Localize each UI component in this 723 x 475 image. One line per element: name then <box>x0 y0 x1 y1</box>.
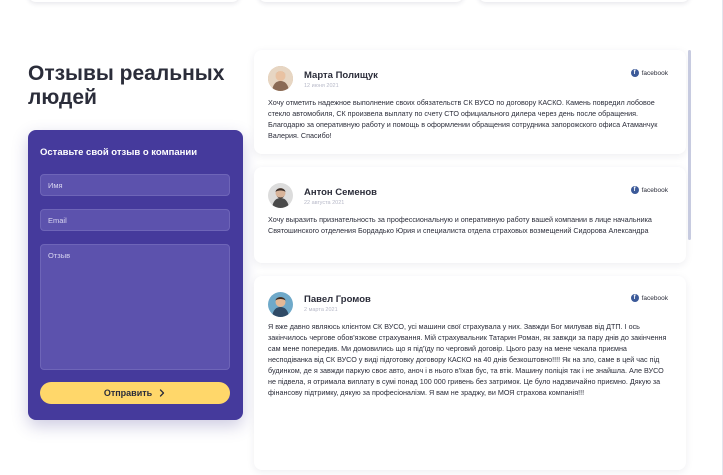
review-text: Я вже давно являюсь клієнтом СК ВУСО, ус… <box>268 322 667 397</box>
review-date: 12 июня 2021 <box>304 83 339 89</box>
avatar <box>268 66 293 91</box>
review-textarea[interactable]: Отзыв <box>40 244 230 370</box>
source-badge[interactable]: f facebook <box>630 294 668 302</box>
facebook-icon: f <box>630 69 639 77</box>
reviewer-name: Антон Семенов <box>304 187 378 198</box>
review-text: Хочу выразить признательность за професс… <box>268 215 652 235</box>
review-date: 2 марта 2021 <box>304 307 338 313</box>
reviews-scrollbar[interactable] <box>688 50 691 240</box>
facebook-icon: f <box>630 186 639 194</box>
form-heading: Оставьте свой отзыв о компании <box>40 147 198 158</box>
source-badge[interactable]: f facebook <box>630 69 668 77</box>
submit-button[interactable]: Отправить <box>40 382 230 404</box>
reviews-list[interactable]: Марта Полищук 12 июня 2021 f facebook Хо… <box>254 50 686 470</box>
avatar <box>268 183 293 208</box>
section-title: Отзывы реальных людей <box>28 62 225 109</box>
name-input[interactable]: Имя <box>40 174 230 196</box>
top-card <box>478 0 690 2</box>
source-label: facebook <box>641 69 668 77</box>
top-card <box>258 0 464 2</box>
reviewer-name: Павел Громов <box>304 294 371 305</box>
email-input[interactable]: Email <box>40 209 230 231</box>
top-card <box>28 0 240 2</box>
review-text: Хочу отметить надежное выполнение своих … <box>268 98 658 140</box>
review-card: Антон Семенов 22 августа 2021 f facebook… <box>254 167 686 263</box>
source-label: facebook <box>641 294 668 302</box>
chevron-right-icon <box>160 389 165 397</box>
facebook-icon: f <box>630 294 639 302</box>
review-form: Оставьте свой отзыв о компании Имя Email… <box>28 130 243 420</box>
source-badge[interactable]: f facebook <box>630 186 668 194</box>
reviewer-name: Марта Полищук <box>304 70 378 81</box>
top-cards-strip <box>28 0 694 6</box>
avatar <box>268 292 293 317</box>
review-card: Павел Громов 2 марта 2021 f facebook Я в… <box>254 276 686 470</box>
submit-button-label: Отправить <box>103 388 153 398</box>
page: Отзывы реальных людей Оставьте свой отзы… <box>0 0 723 475</box>
source-label: facebook <box>641 186 668 194</box>
review-date: 22 августа 2021 <box>304 200 345 206</box>
review-card: Марта Полищук 12 июня 2021 f facebook Хо… <box>254 50 686 154</box>
